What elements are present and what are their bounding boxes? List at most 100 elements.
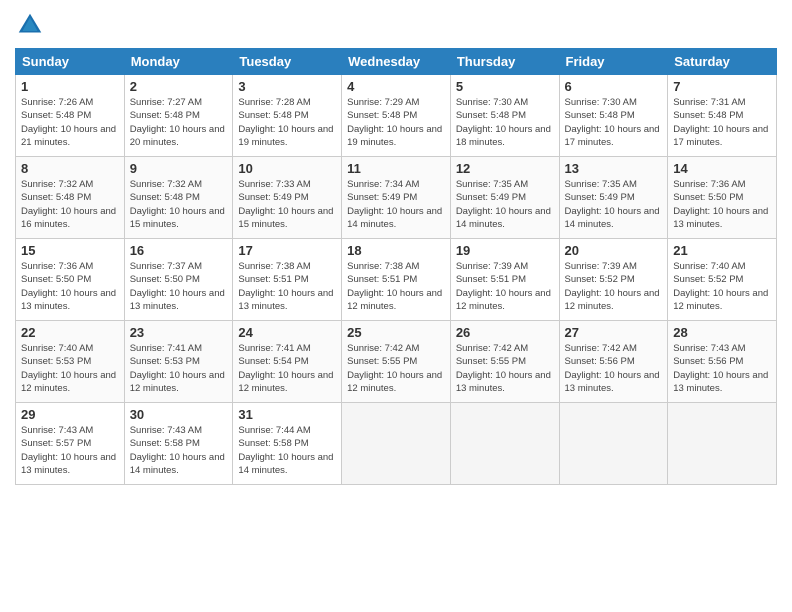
calendar-cell: 10 Sunrise: 7:33 AMSunset: 5:49 PMDayligh… [233,157,342,239]
calendar-cell: 14 Sunrise: 7:36 AMSunset: 5:50 PMDayligh… [668,157,777,239]
weekday-thursday: Thursday [450,49,559,75]
weekday-tuesday: Tuesday [233,49,342,75]
calendar-cell: 21 Sunrise: 7:40 AMSunset: 5:52 PMDayligh… [668,239,777,321]
day-number: 28 [673,325,771,340]
header [15,10,777,40]
weekday-wednesday: Wednesday [342,49,451,75]
day-info: Sunrise: 7:26 AMSunset: 5:48 PMDaylight:… [21,96,119,149]
weekday-monday: Monday [124,49,233,75]
calendar-cell: 11Sunrise: 7:34 AMSunset: 5:49 PMDayligh… [342,157,451,239]
week-row-4: 29 Sunrise: 7:43 AMSunset: 5:57 PMDayligh… [16,403,777,485]
day-info: Sunrise: 7:40 AMSunset: 5:52 PMDaylight:… [673,260,771,313]
day-number: 7 [673,79,771,94]
day-number: 31 [238,407,336,422]
day-info: Sunrise: 7:29 AMSunset: 5:48 PMDaylight:… [347,96,445,149]
weekday-header-row: SundayMondayTuesdayWednesdayThursdayFrid… [16,49,777,75]
calendar-cell: 3 Sunrise: 7:28 AMSunset: 5:48 PMDaylight… [233,75,342,157]
day-number: 17 [238,243,336,258]
calendar-cell: 16 Sunrise: 7:37 AMSunset: 5:50 PMDayligh… [124,239,233,321]
day-info: Sunrise: 7:30 AMSunset: 5:48 PMDaylight:… [456,96,554,149]
calendar-cell: 12 Sunrise: 7:35 AMSunset: 5:49 PMDayligh… [450,157,559,239]
day-info: Sunrise: 7:43 AMSunset: 5:56 PMDaylight:… [673,342,771,395]
day-number: 6 [565,79,663,94]
day-number: 27 [565,325,663,340]
day-info: Sunrise: 7:41 AMSunset: 5:53 PMDaylight:… [130,342,228,395]
day-number: 20 [565,243,663,258]
calendar-cell: 27 Sunrise: 7:42 AMSunset: 5:56 PMDayligh… [559,321,668,403]
day-info: Sunrise: 7:35 AMSunset: 5:49 PMDaylight:… [565,178,663,231]
week-row-3: 22 Sunrise: 7:40 AMSunset: 5:53 PMDayligh… [16,321,777,403]
calendar-cell: 4 Sunrise: 7:29 AMSunset: 5:48 PMDaylight… [342,75,451,157]
day-number: 8 [21,161,119,176]
calendar-cell: 7 Sunrise: 7:31 AMSunset: 5:48 PMDaylight… [668,75,777,157]
page-container: SundayMondayTuesdayWednesdayThursdayFrid… [0,0,792,490]
day-number: 19 [456,243,554,258]
day-number: 3 [238,79,336,94]
day-info: Sunrise: 7:28 AMSunset: 5:48 PMDaylight:… [238,96,336,149]
calendar-cell: 28 Sunrise: 7:43 AMSunset: 5:56 PMDayligh… [668,321,777,403]
calendar-cell: 19 Sunrise: 7:39 AMSunset: 5:51 PMDayligh… [450,239,559,321]
day-number: 16 [130,243,228,258]
day-number: 11 [347,161,445,176]
day-info: Sunrise: 7:32 AMSunset: 5:48 PMDaylight:… [21,178,119,231]
calendar-cell: 8 Sunrise: 7:32 AMSunset: 5:48 PMDaylight… [16,157,125,239]
day-number: 14 [673,161,771,176]
day-info: Sunrise: 7:31 AMSunset: 5:48 PMDaylight:… [673,96,771,149]
day-info: Sunrise: 7:36 AMSunset: 5:50 PMDaylight:… [673,178,771,231]
day-info: Sunrise: 7:33 AMSunset: 5:49 PMDaylight:… [238,178,336,231]
logo [15,10,49,40]
day-info: Sunrise: 7:39 AMSunset: 5:51 PMDaylight:… [456,260,554,313]
calendar-cell [342,403,451,485]
day-number: 21 [673,243,771,258]
day-number: 29 [21,407,119,422]
day-info: Sunrise: 7:43 AMSunset: 5:58 PMDaylight:… [130,424,228,477]
day-info: Sunrise: 7:32 AMSunset: 5:48 PMDaylight:… [130,178,228,231]
week-row-0: 1Sunrise: 7:26 AMSunset: 5:48 PMDaylight… [16,75,777,157]
day-info: Sunrise: 7:42 AMSunset: 5:56 PMDaylight:… [565,342,663,395]
day-number: 25 [347,325,445,340]
weekday-saturday: Saturday [668,49,777,75]
day-number: 22 [21,325,119,340]
calendar-cell: 26 Sunrise: 7:42 AMSunset: 5:55 PMDayligh… [450,321,559,403]
calendar-cell: 1Sunrise: 7:26 AMSunset: 5:48 PMDaylight… [16,75,125,157]
day-number: 26 [456,325,554,340]
calendar-cell: 2Sunrise: 7:27 AMSunset: 5:48 PMDaylight… [124,75,233,157]
day-info: Sunrise: 7:42 AMSunset: 5:55 PMDaylight:… [456,342,554,395]
day-number: 18 [347,243,445,258]
day-info: Sunrise: 7:39 AMSunset: 5:52 PMDaylight:… [565,260,663,313]
calendar-cell [450,403,559,485]
week-row-2: 15Sunrise: 7:36 AMSunset: 5:50 PMDayligh… [16,239,777,321]
calendar-cell: 23Sunrise: 7:41 AMSunset: 5:53 PMDayligh… [124,321,233,403]
day-info: Sunrise: 7:42 AMSunset: 5:55 PMDaylight:… [347,342,445,395]
logo-icon [15,10,45,40]
calendar-cell: 31Sunrise: 7:44 AMSunset: 5:58 PMDayligh… [233,403,342,485]
day-number: 10 [238,161,336,176]
day-number: 12 [456,161,554,176]
calendar-cell: 17Sunrise: 7:38 AMSunset: 5:51 PMDayligh… [233,239,342,321]
weekday-friday: Friday [559,49,668,75]
day-info: Sunrise: 7:36 AMSunset: 5:50 PMDaylight:… [21,260,119,313]
calendar: SundayMondayTuesdayWednesdayThursdayFrid… [15,48,777,485]
calendar-cell [668,403,777,485]
day-info: Sunrise: 7:35 AMSunset: 5:49 PMDaylight:… [456,178,554,231]
calendar-cell [559,403,668,485]
calendar-cell: 13Sunrise: 7:35 AMSunset: 5:49 PMDayligh… [559,157,668,239]
day-number: 2 [130,79,228,94]
day-info: Sunrise: 7:41 AMSunset: 5:54 PMDaylight:… [238,342,336,395]
calendar-cell: 18 Sunrise: 7:38 AMSunset: 5:51 PMDayligh… [342,239,451,321]
day-info: Sunrise: 7:40 AMSunset: 5:53 PMDaylight:… [21,342,119,395]
calendar-cell: 15Sunrise: 7:36 AMSunset: 5:50 PMDayligh… [16,239,125,321]
day-number: 4 [347,79,445,94]
calendar-cell: 6 Sunrise: 7:30 AMSunset: 5:48 PMDaylight… [559,75,668,157]
calendar-cell: 30Sunrise: 7:43 AMSunset: 5:58 PMDayligh… [124,403,233,485]
calendar-cell: 9Sunrise: 7:32 AMSunset: 5:48 PMDaylight… [124,157,233,239]
calendar-cell: 29 Sunrise: 7:43 AMSunset: 5:57 PMDayligh… [16,403,125,485]
day-number: 24 [238,325,336,340]
calendar-cell: 20 Sunrise: 7:39 AMSunset: 5:52 PMDayligh… [559,239,668,321]
day-info: Sunrise: 7:43 AMSunset: 5:57 PMDaylight:… [21,424,119,477]
day-number: 5 [456,79,554,94]
calendar-cell: 24 Sunrise: 7:41 AMSunset: 5:54 PMDayligh… [233,321,342,403]
day-info: Sunrise: 7:30 AMSunset: 5:48 PMDaylight:… [565,96,663,149]
day-info: Sunrise: 7:38 AMSunset: 5:51 PMDaylight:… [347,260,445,313]
day-info: Sunrise: 7:37 AMSunset: 5:50 PMDaylight:… [130,260,228,313]
